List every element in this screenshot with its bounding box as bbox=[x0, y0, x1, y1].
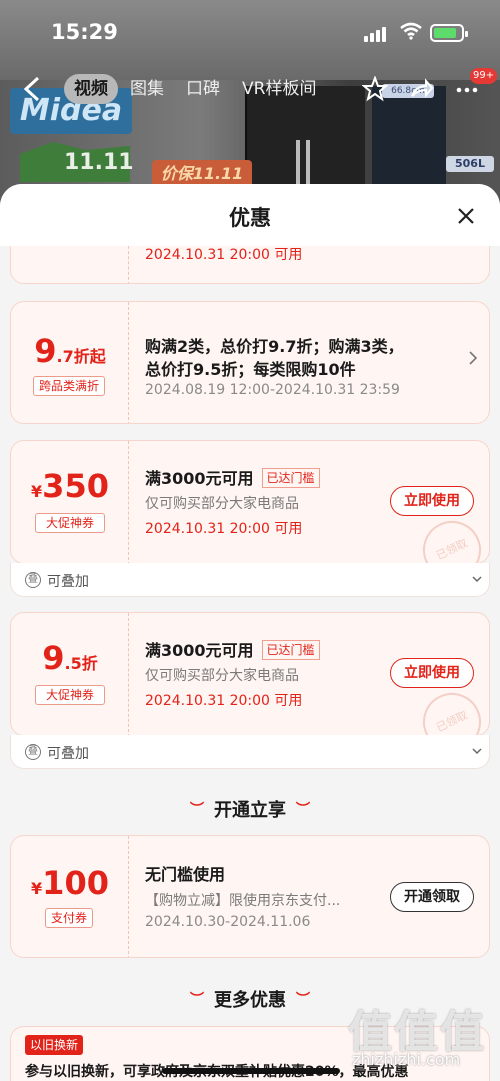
stack-icon: 叠 bbox=[25, 744, 41, 760]
coupon-scope: 【购物立减】限使用京东支付... bbox=[145, 893, 341, 909]
reached-threshold-tag: 已达门槛 bbox=[261, 468, 320, 488]
coupon-card-95-discount[interactable]: 9.5折 大促神券 满3000元可用 已达门槛 仅可购买部分大家电商品 2024.… bbox=[10, 612, 490, 736]
coupon-type-pill: 跨品类满折 bbox=[33, 376, 105, 396]
stackable-row[interactable]: 叠 可叠加 bbox=[10, 563, 490, 597]
coupon-card-350[interactable]: ¥350 大促神券 满3000元可用 已达门槛 仅可购买部分大家电商品 2024.… bbox=[10, 440, 490, 564]
wifi-icon bbox=[400, 22, 422, 40]
tab-vr-showroom[interactable]: VR样板间 bbox=[232, 74, 326, 104]
section-open-enjoy: ︶ 开通立享 ︶ bbox=[190, 800, 310, 821]
status-time: 15:29 bbox=[51, 20, 118, 44]
promo-logo: 11.11 bbox=[64, 150, 134, 175]
coupon-amount: 9.5折 bbox=[42, 639, 98, 677]
use-now-button[interactable]: 立即使用 bbox=[390, 486, 474, 516]
chevron-down-icon[interactable] bbox=[471, 573, 483, 585]
stackable-label: 可叠加 bbox=[47, 574, 89, 590]
sheet-header: 优惠 bbox=[0, 184, 500, 246]
signal-icon bbox=[364, 24, 392, 42]
claimed-stamp: 已领取 bbox=[413, 683, 489, 735]
coupon-title: 无门槛使用 bbox=[145, 865, 226, 884]
home-indicator[interactable] bbox=[162, 1068, 340, 1074]
site-watermark: 值值值 zhizhizhi.com bbox=[348, 1007, 486, 1069]
sheet-title: 优惠 bbox=[229, 206, 271, 230]
stackable-row[interactable]: 叠 可叠加 bbox=[10, 735, 490, 769]
reached-threshold-tag: 已达门槛 bbox=[261, 640, 320, 660]
coupon-title: 满3000元可用 已达门槛 bbox=[145, 637, 320, 661]
coupon-date: 2024.10.31 20:00 可用 bbox=[145, 693, 303, 709]
coupon-date: 2024.10.30-2024.11.06 bbox=[145, 914, 311, 930]
activate-claim-button[interactable]: 开通领取 bbox=[390, 882, 474, 912]
stack-icon: 叠 bbox=[25, 572, 41, 588]
payment-coupon-card[interactable]: ¥100 支付券 无门槛使用 【购物立减】限使用京东支付... 2024.10.… bbox=[10, 835, 490, 958]
capacity-tag: 506L bbox=[446, 156, 494, 172]
chevron-right-icon[interactable] bbox=[467, 350, 479, 366]
status-bar: 15:29 bbox=[0, 0, 500, 62]
back-arrow-icon[interactable] bbox=[20, 74, 46, 104]
claimed-stamp: 已领取 bbox=[413, 511, 489, 563]
tab-reviews[interactable]: 口碑 bbox=[176, 74, 230, 104]
coupon-type-pill: 大促神券 bbox=[35, 685, 105, 705]
tab-gallery[interactable]: 图集 bbox=[120, 74, 174, 104]
use-now-button[interactable]: 立即使用 bbox=[390, 658, 474, 688]
battery-icon bbox=[430, 24, 468, 42]
coupon-type-pill: 大促神券 bbox=[35, 513, 105, 533]
coupon-title: 满3000元可用 已达门槛 bbox=[145, 465, 320, 489]
coupon-card-cross-category[interactable]: 9.7折起 跨品类满折 购满2类，总价打9.7折；购满3类， 总价打9.5折；每… bbox=[10, 301, 490, 424]
message-badge: 99+ bbox=[470, 68, 498, 84]
coupon-scope: 仅可购买部分大家电商品 bbox=[145, 496, 299, 512]
coupon-title-line1: 购满2类，总价打9.7折；购满3类， bbox=[145, 337, 404, 356]
coupon-type-pill: 支付券 bbox=[45, 908, 93, 928]
coupon-date: 2024.10.31 20:00 可用 bbox=[145, 521, 303, 537]
coupon-threshold: 满3000元可用 bbox=[145, 641, 254, 660]
product-top-nav: 视频 图集 口碑 VR样板间 bbox=[0, 66, 500, 112]
coupon-title-line2: 总价打9.5折；每类限购10件 bbox=[145, 360, 356, 379]
coupon-amount: 9.7折起 bbox=[34, 332, 106, 370]
trade-in-tag: 以旧换新 bbox=[25, 1035, 84, 1055]
close-icon[interactable] bbox=[454, 204, 478, 228]
media-tabs: 视频 图集 口碑 VR样板间 bbox=[64, 74, 326, 104]
discount-sheet: 优惠 2024.10.31 20:00 可用 9.7折起 跨品类满折 购满2类，… bbox=[0, 184, 500, 1081]
share-icon[interactable] bbox=[408, 76, 434, 102]
coupon-amount: ¥100 bbox=[31, 864, 109, 902]
coupon-date: 2024.08.19 12:00-2024.10.31 23:59 bbox=[145, 382, 400, 398]
star-favorite-icon[interactable] bbox=[362, 76, 388, 102]
coupon-date: 2024.10.31 20:00 可用 bbox=[145, 247, 303, 263]
chevron-down-icon[interactable] bbox=[471, 745, 483, 757]
coupon-amount: ¥350 bbox=[31, 467, 109, 505]
stackable-label: 可叠加 bbox=[47, 746, 89, 762]
tab-video[interactable]: 视频 bbox=[64, 74, 118, 104]
coupon-scope: 仅可购买部分大家电商品 bbox=[145, 668, 299, 684]
coupon-threshold: 满3000元可用 bbox=[145, 469, 254, 488]
